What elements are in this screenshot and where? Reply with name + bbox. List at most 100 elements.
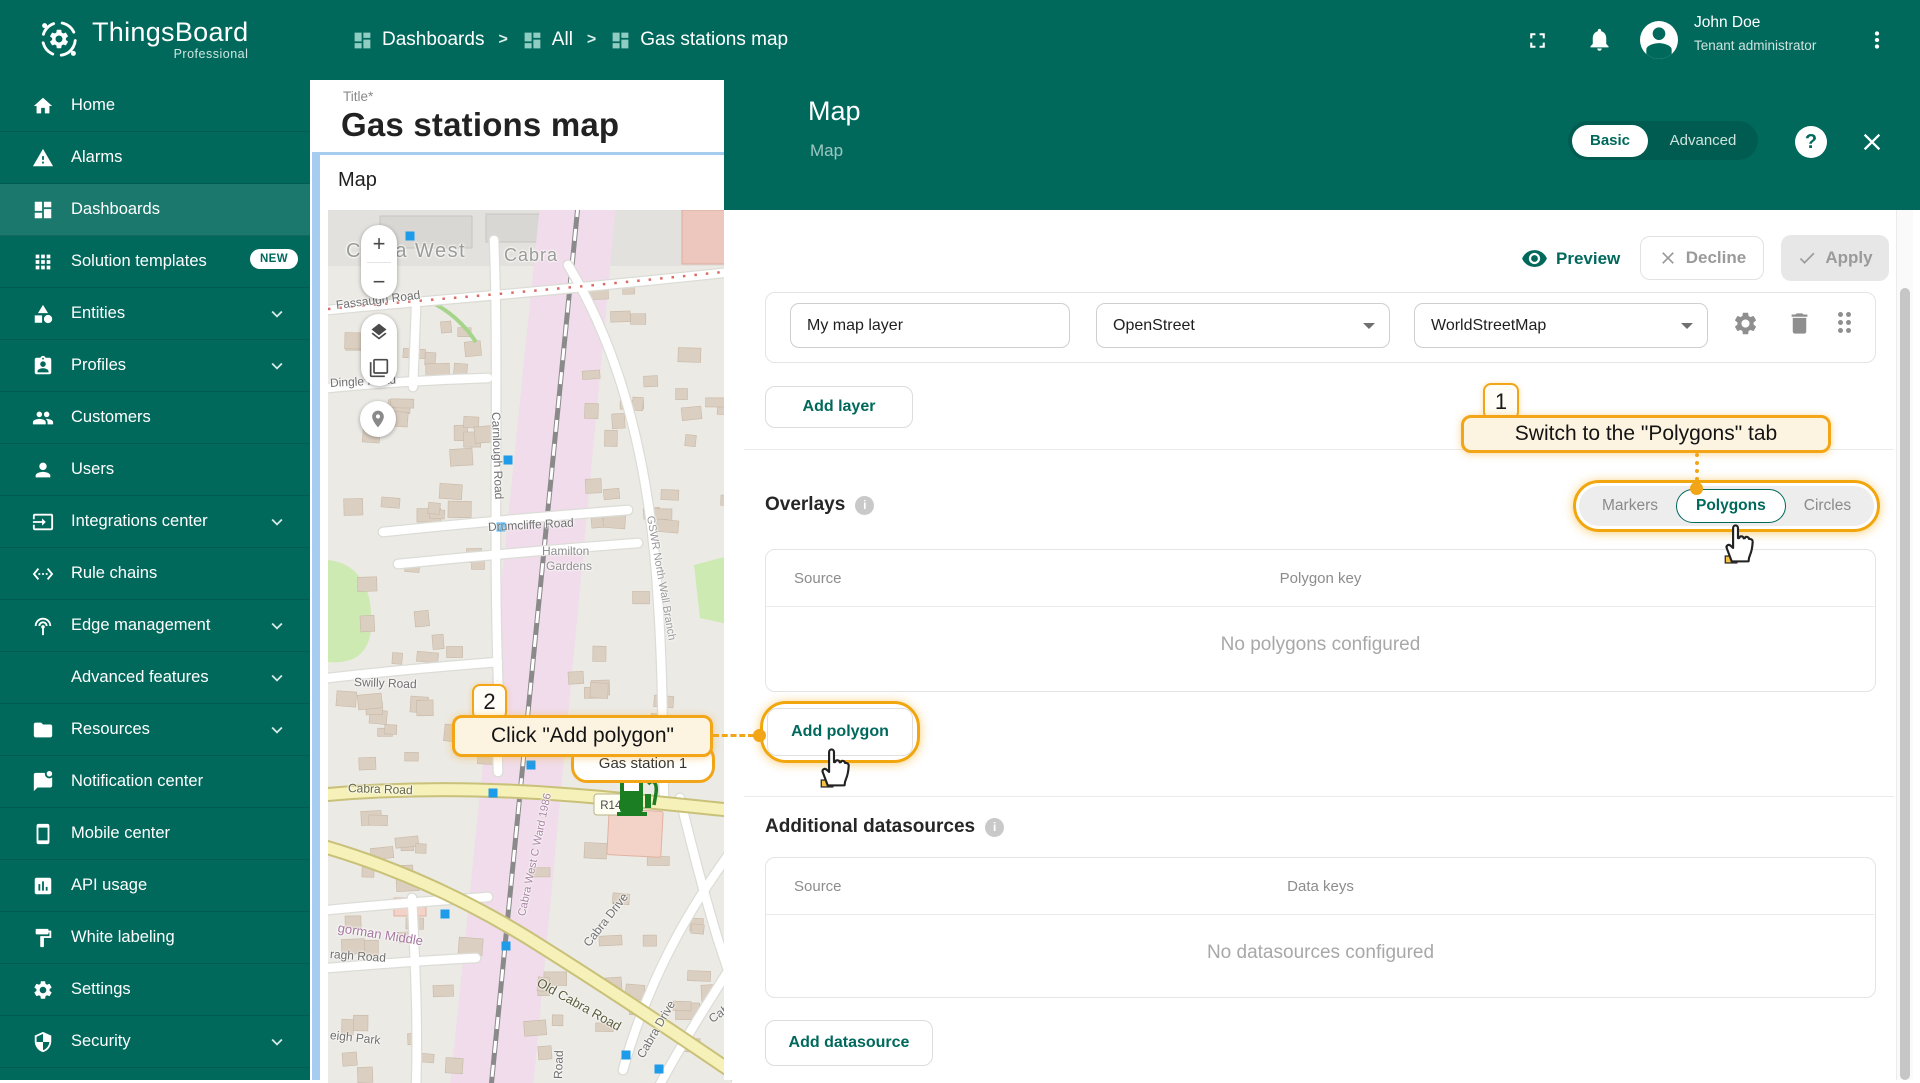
- person-icon: [32, 459, 54, 481]
- sidebar-item-advanced-features[interactable]: Advanced features: [0, 652, 310, 704]
- sidebar-item-label: Rule chains: [71, 564, 157, 583]
- layers-icon[interactable]: [369, 322, 389, 342]
- close-icon[interactable]: [1858, 128, 1886, 156]
- input-icon: [32, 511, 54, 533]
- chevron-down-icon: [266, 511, 288, 533]
- user-name: John Doe: [1694, 14, 1760, 32]
- kebab-menu-icon[interactable]: [1864, 26, 1890, 54]
- tab-circles[interactable]: Circles: [1786, 497, 1869, 515]
- chevron-down-icon: [266, 719, 288, 741]
- sidebar-item-notification-center[interactable]: Notification center: [0, 756, 310, 808]
- sidebar-item-label: Customers: [71, 408, 151, 427]
- avatar[interactable]: [1640, 21, 1678, 59]
- layer-provider-select[interactable]: OpenStreet: [1096, 303, 1390, 348]
- chevron-down-icon: [1681, 323, 1693, 329]
- sidebar-item-rule-chains[interactable]: Rule chains: [0, 548, 310, 600]
- map-label: Cabra Road: [348, 781, 413, 797]
- chevron-down-icon: [266, 303, 288, 325]
- sidebar-item-security[interactable]: Security: [0, 1016, 310, 1068]
- datasources-empty-state: No datasources configured: [766, 942, 1875, 964]
- ethernet-icon: [32, 563, 54, 585]
- drag-handle-icon[interactable]: [1838, 312, 1854, 336]
- additional-datasources-heading: Additional datasources: [765, 816, 975, 838]
- layer-settings-gear-icon[interactable]: [1732, 310, 1759, 337]
- tools-icon: [32, 667, 54, 689]
- breadcrumb-item-all[interactable]: All: [522, 29, 573, 51]
- help-icon[interactable]: ?: [1795, 126, 1827, 158]
- sidebar-item-customers[interactable]: Customers: [0, 392, 310, 444]
- apply-button[interactable]: Apply: [1781, 235, 1889, 281]
- panel-subtitle: Map: [810, 141, 843, 161]
- info-icon[interactable]: i: [985, 818, 1004, 837]
- info-icon[interactable]: i: [855, 496, 874, 515]
- sidebar-item-label: Advanced features: [71, 668, 209, 687]
- preview-button[interactable]: Preview: [1521, 245, 1620, 272]
- polygons-table: Source Polygon key No polygons configure…: [765, 549, 1876, 692]
- map-canvas[interactable]: R147 Cabra WestCabraFassaugh RoadDingle …: [328, 210, 732, 1083]
- category-icon: [32, 303, 54, 325]
- new-badge: NEW: [250, 249, 298, 269]
- map-label: Swilly Road: [354, 675, 417, 691]
- section-divider: [744, 796, 1894, 797]
- eye-icon: [1521, 245, 1548, 272]
- zoom-out-button[interactable]: −: [361, 263, 397, 300]
- toggle-basic[interactable]: Basic: [1572, 125, 1648, 157]
- sidebar-item-label: Resources: [71, 720, 150, 739]
- breadcrumb-item-dashboards[interactable]: Dashboards: [352, 29, 484, 51]
- delete-trash-icon[interactable]: [1786, 310, 1813, 337]
- panel-scrollbar[interactable]: [1896, 210, 1913, 1080]
- map-widget[interactable]: Map: [312, 152, 724, 1080]
- wifi-icon: [32, 615, 54, 637]
- map-label: Hamilton: [542, 544, 589, 558]
- datasources-table: Source Data keys No datasources configur…: [765, 857, 1876, 998]
- sidebar-item-dashboards[interactable]: Dashboards: [0, 184, 310, 236]
- step-1-instruction: Switch to the "Polygons" tab: [1461, 415, 1831, 453]
- dashboard-title-field[interactable]: Gas stations map: [341, 106, 619, 144]
- mobile-icon: [32, 823, 54, 845]
- person-icon: [1640, 21, 1678, 59]
- sidebar-item-profiles[interactable]: Profiles: [0, 340, 310, 392]
- sidebar-item-settings[interactable]: Settings: [0, 964, 310, 1016]
- decline-button[interactable]: Decline: [1640, 236, 1764, 280]
- layer-type-select[interactable]: WorldStreetMap: [1414, 303, 1708, 348]
- sidebar-item-integrations-center[interactable]: Integrations center: [0, 496, 310, 548]
- my-location-button[interactable]: [360, 401, 396, 437]
- folder-icon: [32, 719, 54, 741]
- tab-markers[interactable]: Markers: [1584, 497, 1676, 515]
- sidebar-item-mobile-center[interactable]: Mobile center: [0, 808, 310, 860]
- sidebar-item-entities[interactable]: Entities: [0, 288, 310, 340]
- add-layer-button[interactable]: Add layer: [765, 386, 913, 428]
- zoom-in-button[interactable]: +: [361, 225, 397, 262]
- sidebar-item-users[interactable]: Users: [0, 444, 310, 496]
- sidebar-item-solution-templates[interactable]: Solution templatesNEW: [0, 236, 310, 288]
- people-icon: [32, 407, 54, 429]
- toggle-advanced[interactable]: Advanced: [1648, 132, 1758, 149]
- top-header: ThingsBoard Professional Dashboards>All>…: [0, 0, 1920, 80]
- sidebar-item-white-labeling[interactable]: White labeling: [0, 912, 310, 964]
- sidebar-item-label: Notification center: [71, 772, 203, 791]
- layer-name-input[interactable]: [790, 303, 1070, 348]
- polygons-empty-state: No polygons configured: [766, 634, 1875, 656]
- scrollbar-thumb[interactable]: [1900, 288, 1910, 1080]
- sidebar-item-label: Entities: [71, 304, 125, 323]
- warning-icon: [32, 147, 54, 169]
- chevron-down-icon: [266, 667, 288, 689]
- map-type-icon[interactable]: [369, 358, 389, 378]
- map-label: Road: [551, 1050, 566, 1079]
- breadcrumb-separator: >: [498, 31, 507, 49]
- sidebar-item-edge-management[interactable]: Edge management: [0, 600, 310, 652]
- notifications-bell-icon[interactable]: [1586, 26, 1613, 53]
- layer-type-value: WorldStreetMap: [1431, 317, 1546, 335]
- sidebar-item-resources[interactable]: Resources: [0, 704, 310, 756]
- breadcrumb-item-gas-stations-map[interactable]: Gas stations map: [610, 29, 788, 51]
- sidebar-item-label: Settings: [71, 980, 131, 999]
- thingsboard-logo[interactable]: ThingsBoard Professional: [36, 16, 248, 62]
- sidebar-item-home[interactable]: Home: [0, 80, 310, 132]
- sidebar-item-alarms[interactable]: Alarms: [0, 132, 310, 184]
- add-datasource-button[interactable]: Add datasource: [765, 1020, 933, 1066]
- step-1-connector-dot: [1690, 482, 1703, 495]
- fullscreen-icon[interactable]: [1525, 28, 1550, 53]
- sidebar-item-api-usage[interactable]: API usage: [0, 860, 310, 912]
- chevron-down-icon: [266, 1031, 288, 1053]
- hand-cursor-icon: [1716, 514, 1756, 566]
